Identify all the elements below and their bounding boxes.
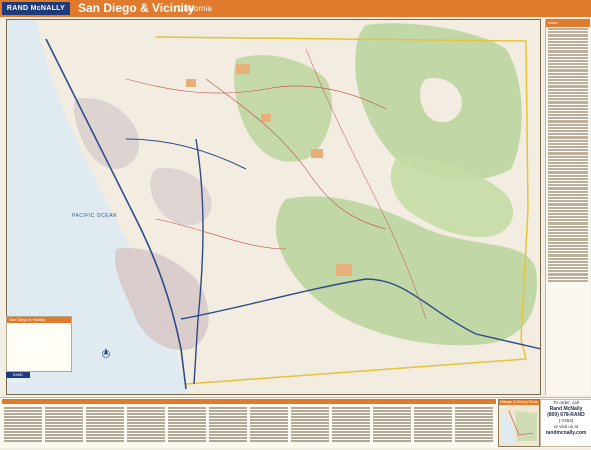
page-subtitle: California (178, 4, 212, 13)
bottom-index-header (2, 399, 496, 404)
index-title: Index (546, 19, 590, 27)
ocean-label: PACIFIC OCEAN (72, 213, 118, 219)
page-title: San Diego & Vicinity (78, 1, 195, 15)
legend-logo: RAND McNALLY (6, 372, 30, 383)
place-index: Index (545, 19, 590, 395)
map-header: RAND McNALLY San Diego & Vicinity Califo… (0, 0, 591, 17)
mileage-inset-map: Mileage & Driving Times Map (498, 399, 540, 447)
contact-website[interactable]: randmcnally.com (541, 430, 591, 436)
map-legend: San Diego & Vicinity (6, 316, 72, 372)
rand-mcnally-logo: RAND McNALLY (2, 2, 70, 15)
legend-title: San Diego & Vicinity (7, 317, 71, 323)
main-map[interactable] (6, 19, 541, 395)
order-contact-box: To order, call Rand McNally (800) 678-RA… (540, 399, 591, 447)
inset-map-graphic (501, 409, 537, 443)
compass-icon (102, 348, 110, 358)
